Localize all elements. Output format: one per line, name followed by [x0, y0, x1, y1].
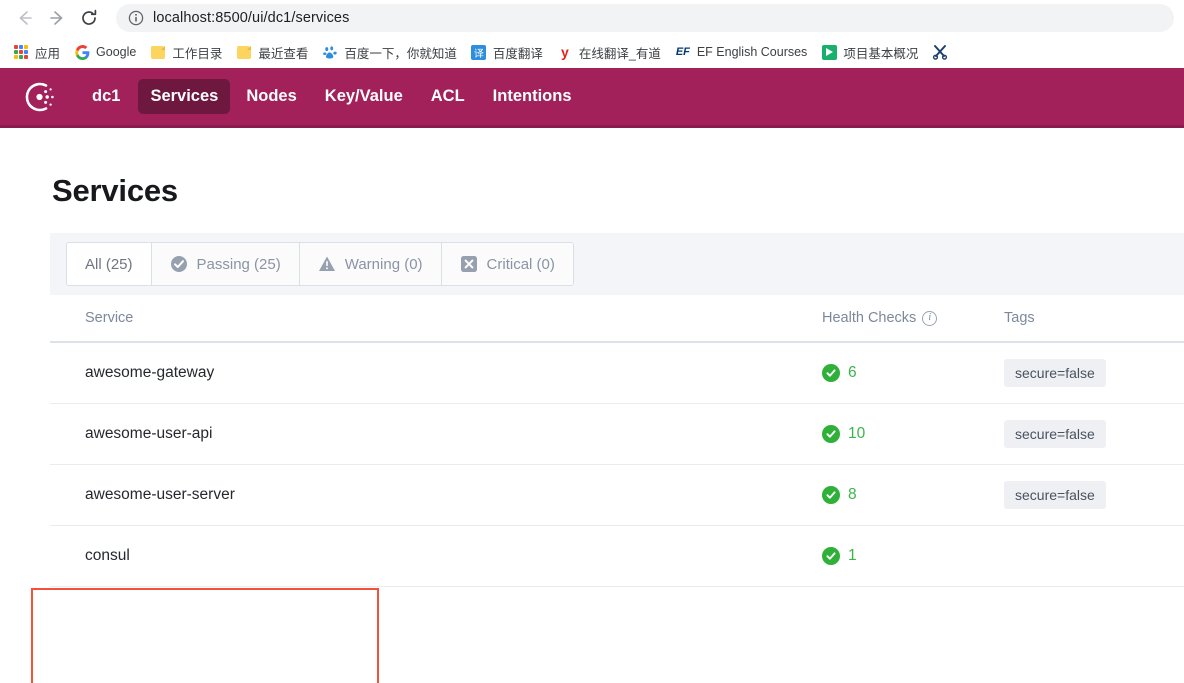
bookmark-apps[interactable]: 应用: [6, 40, 67, 65]
browser-toolbar: localhost:8500/ui/dc1/services: [0, 0, 1184, 36]
table-header-row: Service Health Checks i Tags: [50, 295, 1184, 343]
health-count: 1: [848, 547, 857, 564]
forward-button[interactable]: [42, 3, 72, 33]
bookmark-google[interactable]: Google: [67, 41, 143, 63]
check-circle-icon: [822, 364, 840, 382]
tag-badge: secure=false: [1004, 420, 1106, 448]
table-row[interactable]: awesome-user-api 10 secure=false: [50, 404, 1184, 465]
health-count: 10: [848, 425, 866, 442]
scissors-x-icon: [932, 44, 948, 60]
bookmark-label: EF English Courses: [696, 45, 808, 59]
bookmarks-bar: 应用 Google 工作目录 最近查看 百度一下，你就知道 译 百度翻译 y 在…: [0, 36, 1184, 68]
nav-item-services[interactable]: Services: [138, 79, 231, 114]
tags-cell: secure=false: [1004, 420, 1184, 448]
nav-item-acl[interactable]: ACL: [419, 79, 477, 114]
check-circle-icon: [170, 255, 188, 273]
apps-grid-icon: [13, 44, 29, 60]
health-checks-cell: 6: [822, 364, 1004, 382]
bookmark-youdao[interactable]: y 在线翻译_有道: [550, 40, 668, 65]
reload-button[interactable]: [74, 3, 104, 33]
warning-triangle-icon: [318, 255, 336, 273]
bookmark-scissors[interactable]: [925, 41, 961, 63]
health-count: 6: [848, 364, 857, 381]
bookmark-label: 百度翻译: [492, 46, 543, 61]
consul-navbar: dc1 Services Nodes Key/Value ACL Intenti…: [0, 68, 1184, 128]
bookmark-label: Google: [96, 45, 137, 59]
play-square-icon: [821, 44, 837, 60]
folder-icon: [150, 44, 166, 60]
forward-arrow-icon: [50, 11, 63, 25]
tags-cell: secure=false: [1004, 359, 1184, 387]
table-row[interactable]: awesome-user-server 8 secure=false: [50, 465, 1184, 526]
bookmark-ef[interactable]: EF EF English Courses: [668, 41, 814, 63]
column-header-tags: Tags: [1004, 310, 1035, 326]
bookmark-recent-folder[interactable]: 最近查看: [229, 40, 315, 65]
health-count: 8: [848, 486, 857, 503]
bookmark-work-folder[interactable]: 工作目录: [143, 40, 229, 65]
baidu-paw-icon: [322, 44, 338, 60]
filter-tab-label: Passing (25): [196, 255, 281, 273]
back-arrow-icon: [19, 11, 32, 25]
bookmark-baidu[interactable]: 百度一下，你就知道: [315, 40, 464, 65]
url-text: localhost:8500/ui/dc1/services: [153, 10, 350, 26]
filter-tab-label: Warning (0): [344, 255, 423, 273]
health-checks-cell: 10: [822, 425, 1004, 443]
browser-chrome: localhost:8500/ui/dc1/services 应用 Google…: [0, 0, 1184, 68]
column-header-service: Service: [85, 310, 134, 326]
annotation-rectangle: [31, 588, 379, 683]
table-row[interactable]: awesome-gateway 6 secure=false: [50, 343, 1184, 404]
column-header-health-checks: Health Checks i: [822, 310, 1004, 326]
check-circle-icon: [822, 547, 840, 565]
x-square-icon: [460, 255, 478, 273]
info-icon[interactable]: i: [922, 310, 938, 326]
filter-tab-critical[interactable]: Critical (0): [441, 243, 573, 285]
youdao-y-icon: y: [560, 44, 569, 60]
bookmark-label: 最近查看: [258, 46, 309, 61]
health-checks-cell: 8: [822, 486, 1004, 504]
check-circle-icon: [822, 486, 840, 504]
nav-item-key-value[interactable]: Key/Value: [313, 79, 415, 114]
service-name[interactable]: awesome-user-api: [50, 425, 822, 443]
address-bar[interactable]: localhost:8500/ui/dc1/services: [116, 4, 1174, 32]
check-circle-icon: [822, 425, 840, 443]
service-name[interactable]: consul: [50, 547, 822, 565]
info-circle-icon[interactable]: [128, 10, 144, 26]
bookmark-project-overview[interactable]: 项目基本概况: [814, 40, 925, 65]
tag-badge: secure=false: [1004, 481, 1106, 509]
folder-icon: [236, 44, 252, 60]
datacenter-selector[interactable]: dc1: [80, 79, 134, 114]
page-title: Services: [52, 173, 178, 208]
bookmark-label: 百度一下，你就知道: [344, 46, 457, 61]
bookmark-label: 工作目录: [172, 46, 223, 61]
reload-icon: [82, 9, 97, 25]
filter-tab-warning[interactable]: Warning (0): [299, 243, 442, 285]
tag-badge: secure=false: [1004, 359, 1106, 387]
service-name[interactable]: awesome-gateway: [50, 364, 822, 382]
health-filter-group: All (25) Passing (25) Warning (0) Critic…: [66, 242, 574, 286]
filter-tab-label: All (25): [85, 255, 133, 273]
nav-item-intentions[interactable]: Intentions: [481, 79, 584, 114]
ef-icon: EF: [675, 45, 690, 58]
health-checks-cell: 1: [822, 547, 1004, 565]
filter-bar: All (25) Passing (25) Warning (0) Critic…: [50, 233, 1184, 295]
google-g-icon: [74, 44, 90, 60]
column-header-health-label: Health Checks: [822, 310, 917, 326]
filter-tab-label: Critical (0): [486, 255, 555, 273]
table-row[interactable]: consul 1: [50, 526, 1184, 587]
nav-item-nodes[interactable]: Nodes: [234, 79, 308, 114]
service-name[interactable]: awesome-user-server: [50, 486, 822, 504]
back-button[interactable]: [10, 3, 40, 33]
bookmark-label: 应用: [35, 46, 61, 61]
filter-tab-all[interactable]: All (25): [67, 243, 152, 285]
filter-tab-passing[interactable]: Passing (25): [151, 243, 300, 285]
fanyi-icon: 译: [471, 44, 487, 60]
tags-cell: secure=false: [1004, 481, 1184, 509]
services-table: Service Health Checks i Tags awesome-gat…: [50, 295, 1184, 587]
page-content: Services All (25) Passing (25) Warning (…: [0, 128, 1184, 683]
consul-logo-icon[interactable]: [20, 77, 60, 117]
bookmark-label: 在线翻译_有道: [578, 46, 661, 61]
bookmark-baidu-fanyi[interactable]: 译 百度翻译: [464, 40, 550, 65]
bookmark-label: 项目基本概况: [843, 46, 919, 61]
